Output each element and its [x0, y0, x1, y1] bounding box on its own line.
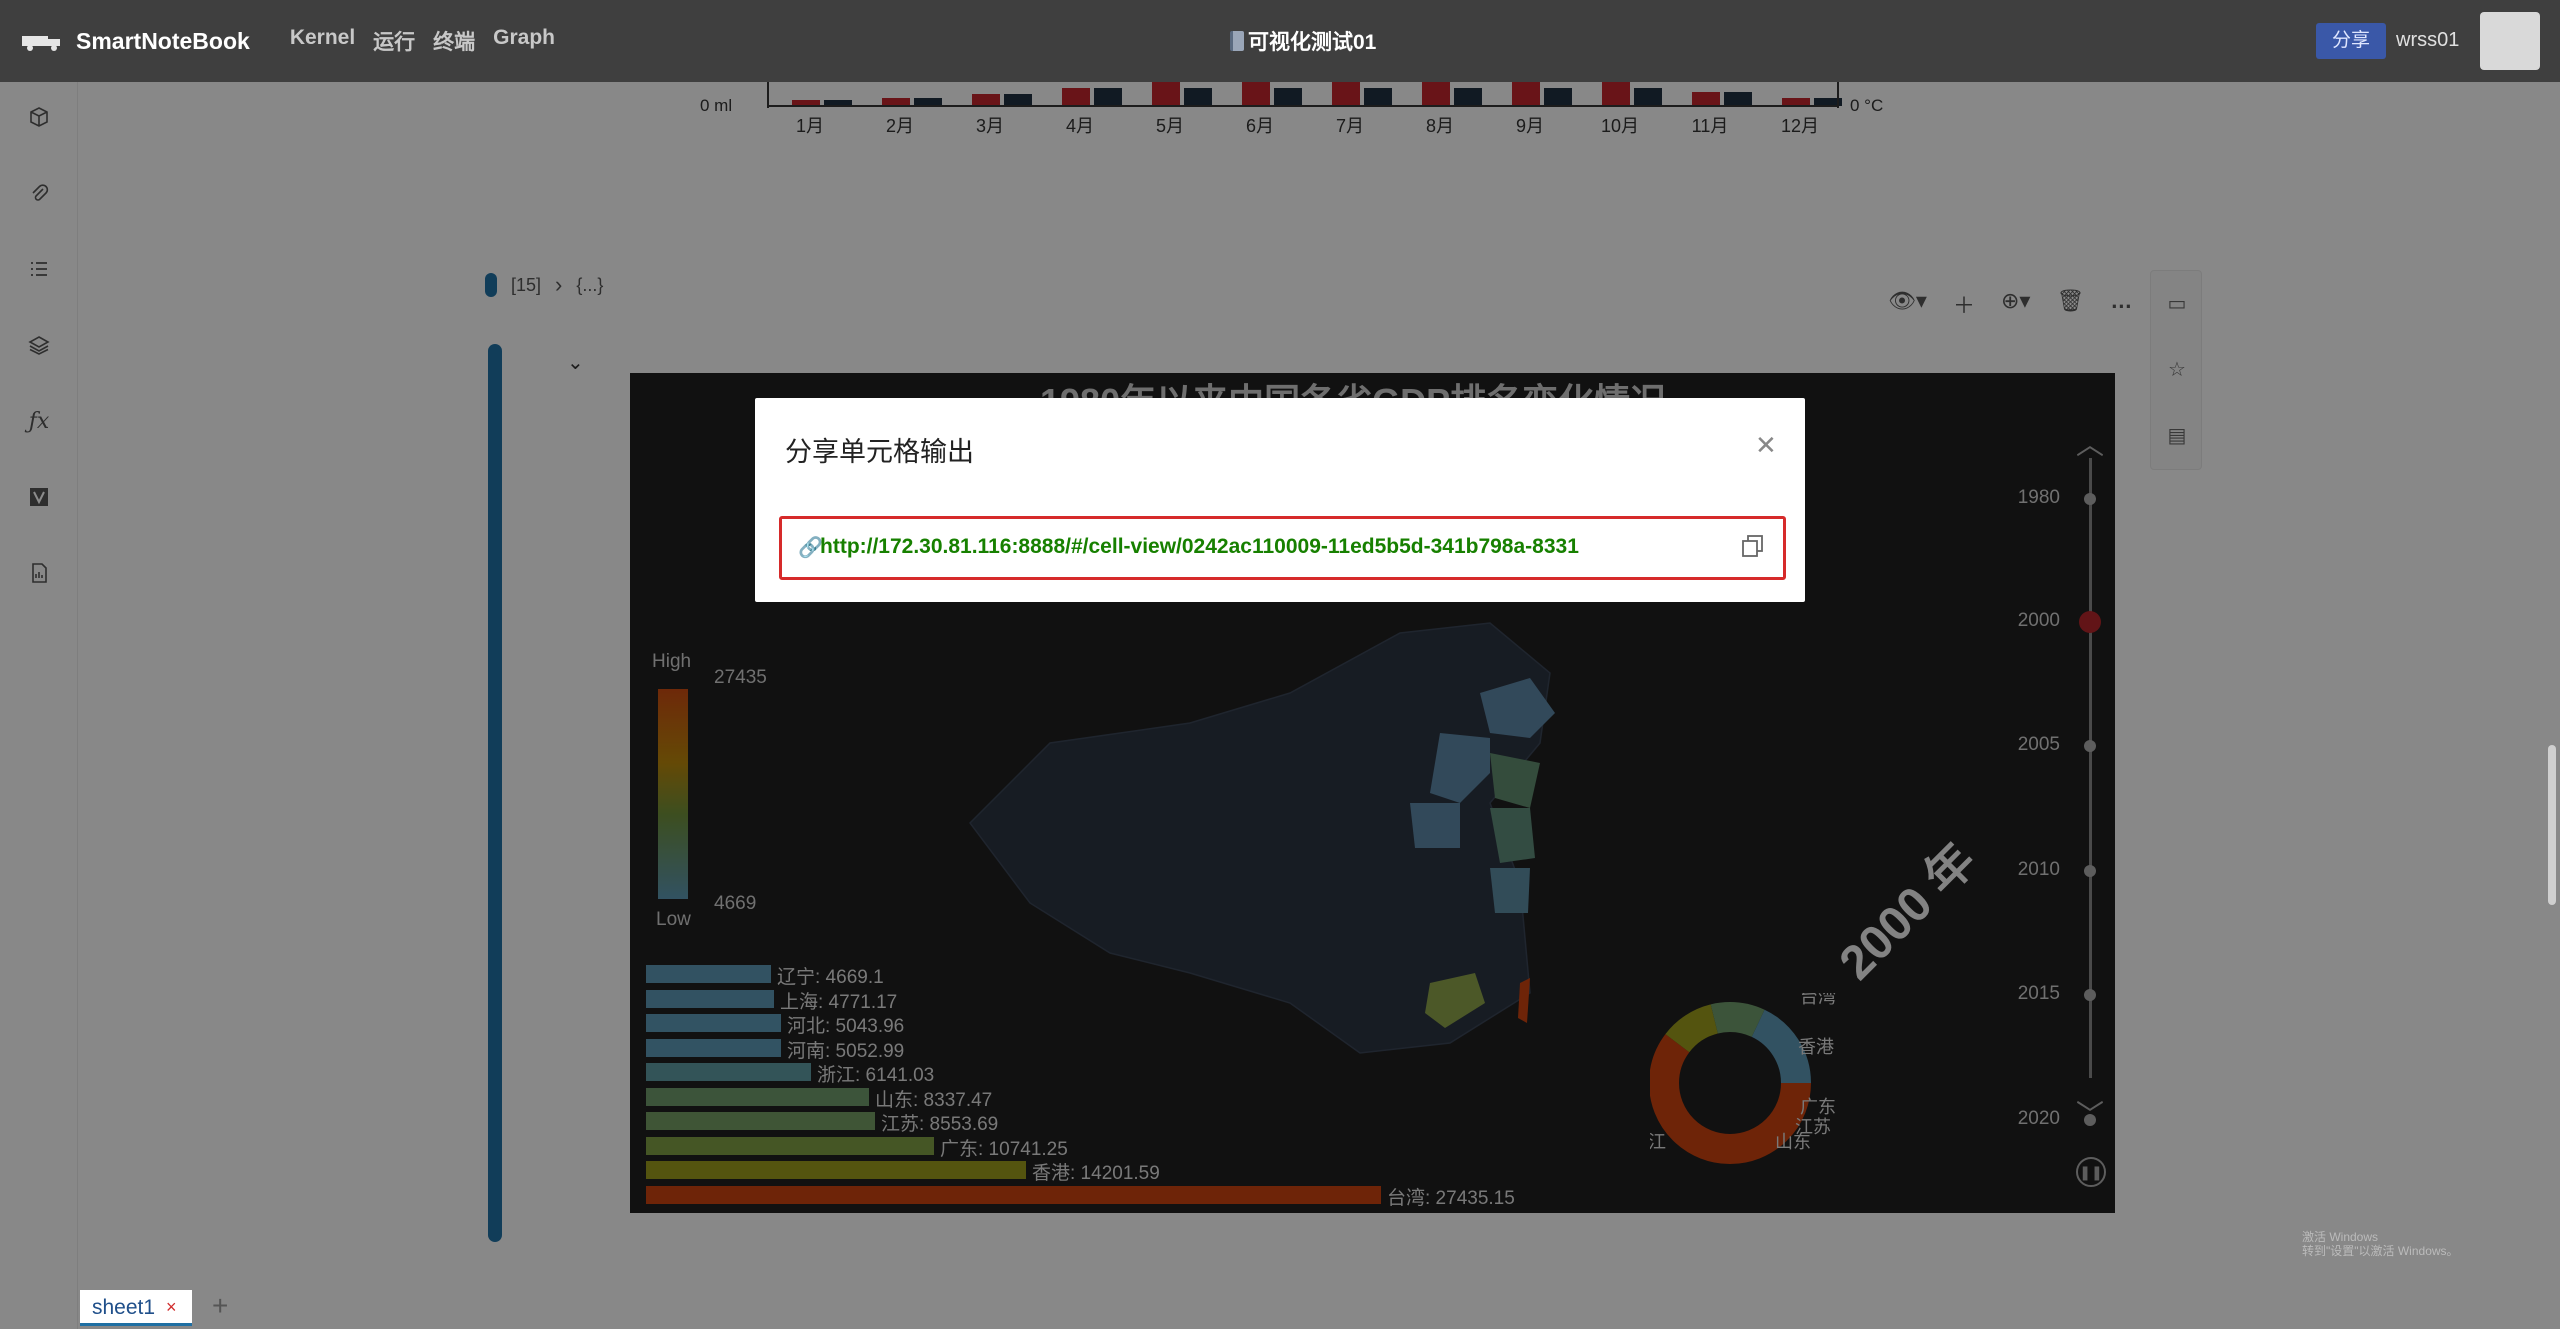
- top-bar: SmartNoteBook Kernel 运行 终端 Graph 可视化测试01…: [0, 0, 2560, 82]
- document-title[interactable]: 可视化测试01: [1230, 26, 1376, 56]
- vertical-scrollbar[interactable]: [2548, 745, 2556, 905]
- watermark-line2: 转到"设置"以激活 Windows。: [2302, 1244, 2459, 1258]
- menu-run[interactable]: 运行: [373, 26, 415, 56]
- modal-overlay[interactable]: [0, 82, 2560, 1329]
- share-link-field[interactable]: 🔗 http://172.30.81.116:8888/#/cell-view/…: [779, 516, 1786, 580]
- top-menu: Kernel 运行 终端 Graph: [290, 26, 555, 56]
- sheet-tab-label: sheet1: [92, 1296, 156, 1319]
- watermark-line1: 激活 Windows: [2302, 1230, 2379, 1244]
- app-name: SmartNoteBook: [76, 27, 250, 54]
- document-title-text: 可视化测试01: [1248, 31, 1377, 54]
- dialog-title: 分享单元格输出: [785, 437, 974, 467]
- truck-logo-icon: [22, 36, 60, 51]
- notebook-icon: [1230, 31, 1244, 51]
- share-button[interactable]: 分享: [2316, 23, 2386, 59]
- username[interactable]: wrss01: [2396, 29, 2459, 52]
- avatar[interactable]: [2480, 12, 2540, 70]
- menu-terminal[interactable]: 终端: [433, 26, 475, 56]
- close-icon[interactable]: ✕: [1755, 430, 1777, 461]
- sheet-tab[interactable]: sheet1 ×: [80, 1290, 192, 1326]
- share-link-text[interactable]: http://172.30.81.116:8888/#/cell-view/02…: [820, 535, 1579, 559]
- brand[interactable]: SmartNoteBook: [20, 28, 250, 55]
- menu-graph[interactable]: Graph: [493, 26, 555, 56]
- menu-kernel[interactable]: Kernel: [290, 26, 355, 56]
- add-sheet-button[interactable]: +: [212, 1290, 228, 1322]
- share-cell-output-dialog: 分享单元格输出 ✕ 🔗 http://172.30.81.116:8888/#/…: [755, 398, 1805, 602]
- copy-icon[interactable]: [1740, 533, 1766, 559]
- close-sheet-icon[interactable]: ×: [166, 1297, 177, 1318]
- windows-activation-watermark: 激活 Windows 转到"设置"以激活 Windows。: [2302, 1230, 2459, 1258]
